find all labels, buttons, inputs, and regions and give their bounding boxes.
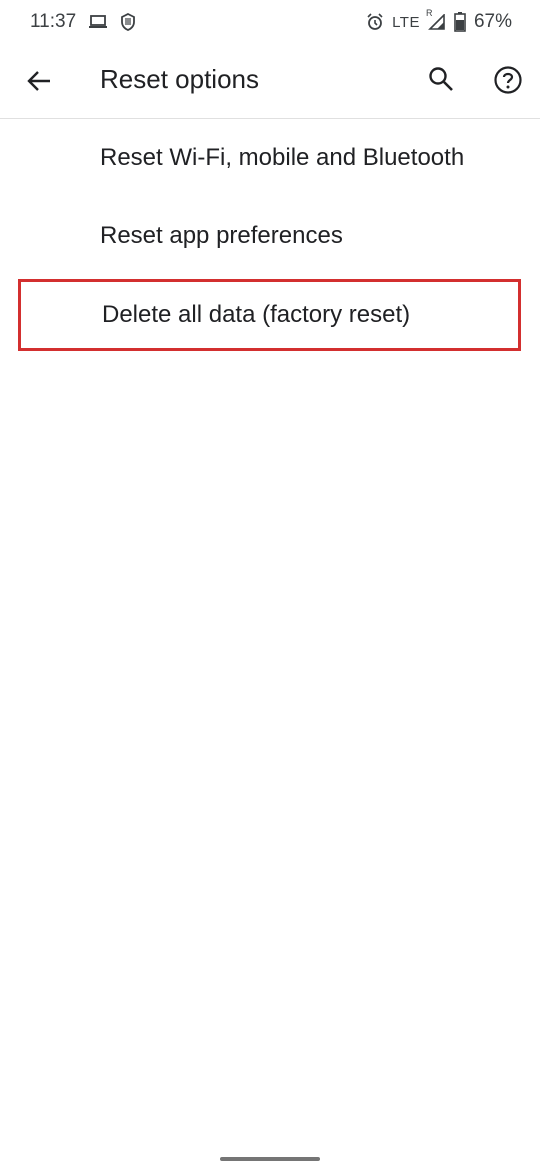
network-type: LTE xyxy=(392,13,420,31)
shield-icon xyxy=(120,13,136,31)
back-button[interactable] xyxy=(24,66,54,96)
reset-options-list: Reset Wi-Fi, mobile and Bluetooth Reset … xyxy=(0,119,540,351)
back-arrow-icon xyxy=(27,71,50,91)
search-button[interactable] xyxy=(426,64,456,94)
status-bar: 11:37 LTE R 67% xyxy=(0,0,540,44)
status-time: 11:37 xyxy=(30,11,77,32)
alarm-icon xyxy=(366,13,384,31)
option-label: Reset Wi-Fi, mobile and Bluetooth xyxy=(100,144,465,171)
battery-icon xyxy=(454,12,466,32)
help-button[interactable] xyxy=(492,64,524,96)
signal-icon: R xyxy=(426,8,446,30)
search-icon xyxy=(429,67,453,91)
battery-percent: 67% xyxy=(473,11,512,32)
option-reset-app-preferences[interactable]: Reset app preferences xyxy=(0,197,540,275)
status-right: LTE R 67% xyxy=(366,8,512,33)
status-left: 11:37 xyxy=(30,11,136,33)
option-label: Delete all data (factory reset) xyxy=(102,301,411,328)
help-icon xyxy=(494,66,522,94)
roaming-indicator: R xyxy=(425,8,433,18)
page-title: Reset options xyxy=(100,64,259,94)
gesture-nav-handle[interactable] xyxy=(220,1157,320,1161)
option-factory-reset[interactable]: Delete all data (factory reset) xyxy=(18,279,521,351)
option-reset-network[interactable]: Reset Wi-Fi, mobile and Bluetooth xyxy=(0,119,540,197)
app-bar: Reset options xyxy=(0,44,540,118)
option-label: Reset app preferences xyxy=(100,222,343,249)
laptop-icon xyxy=(88,14,108,30)
